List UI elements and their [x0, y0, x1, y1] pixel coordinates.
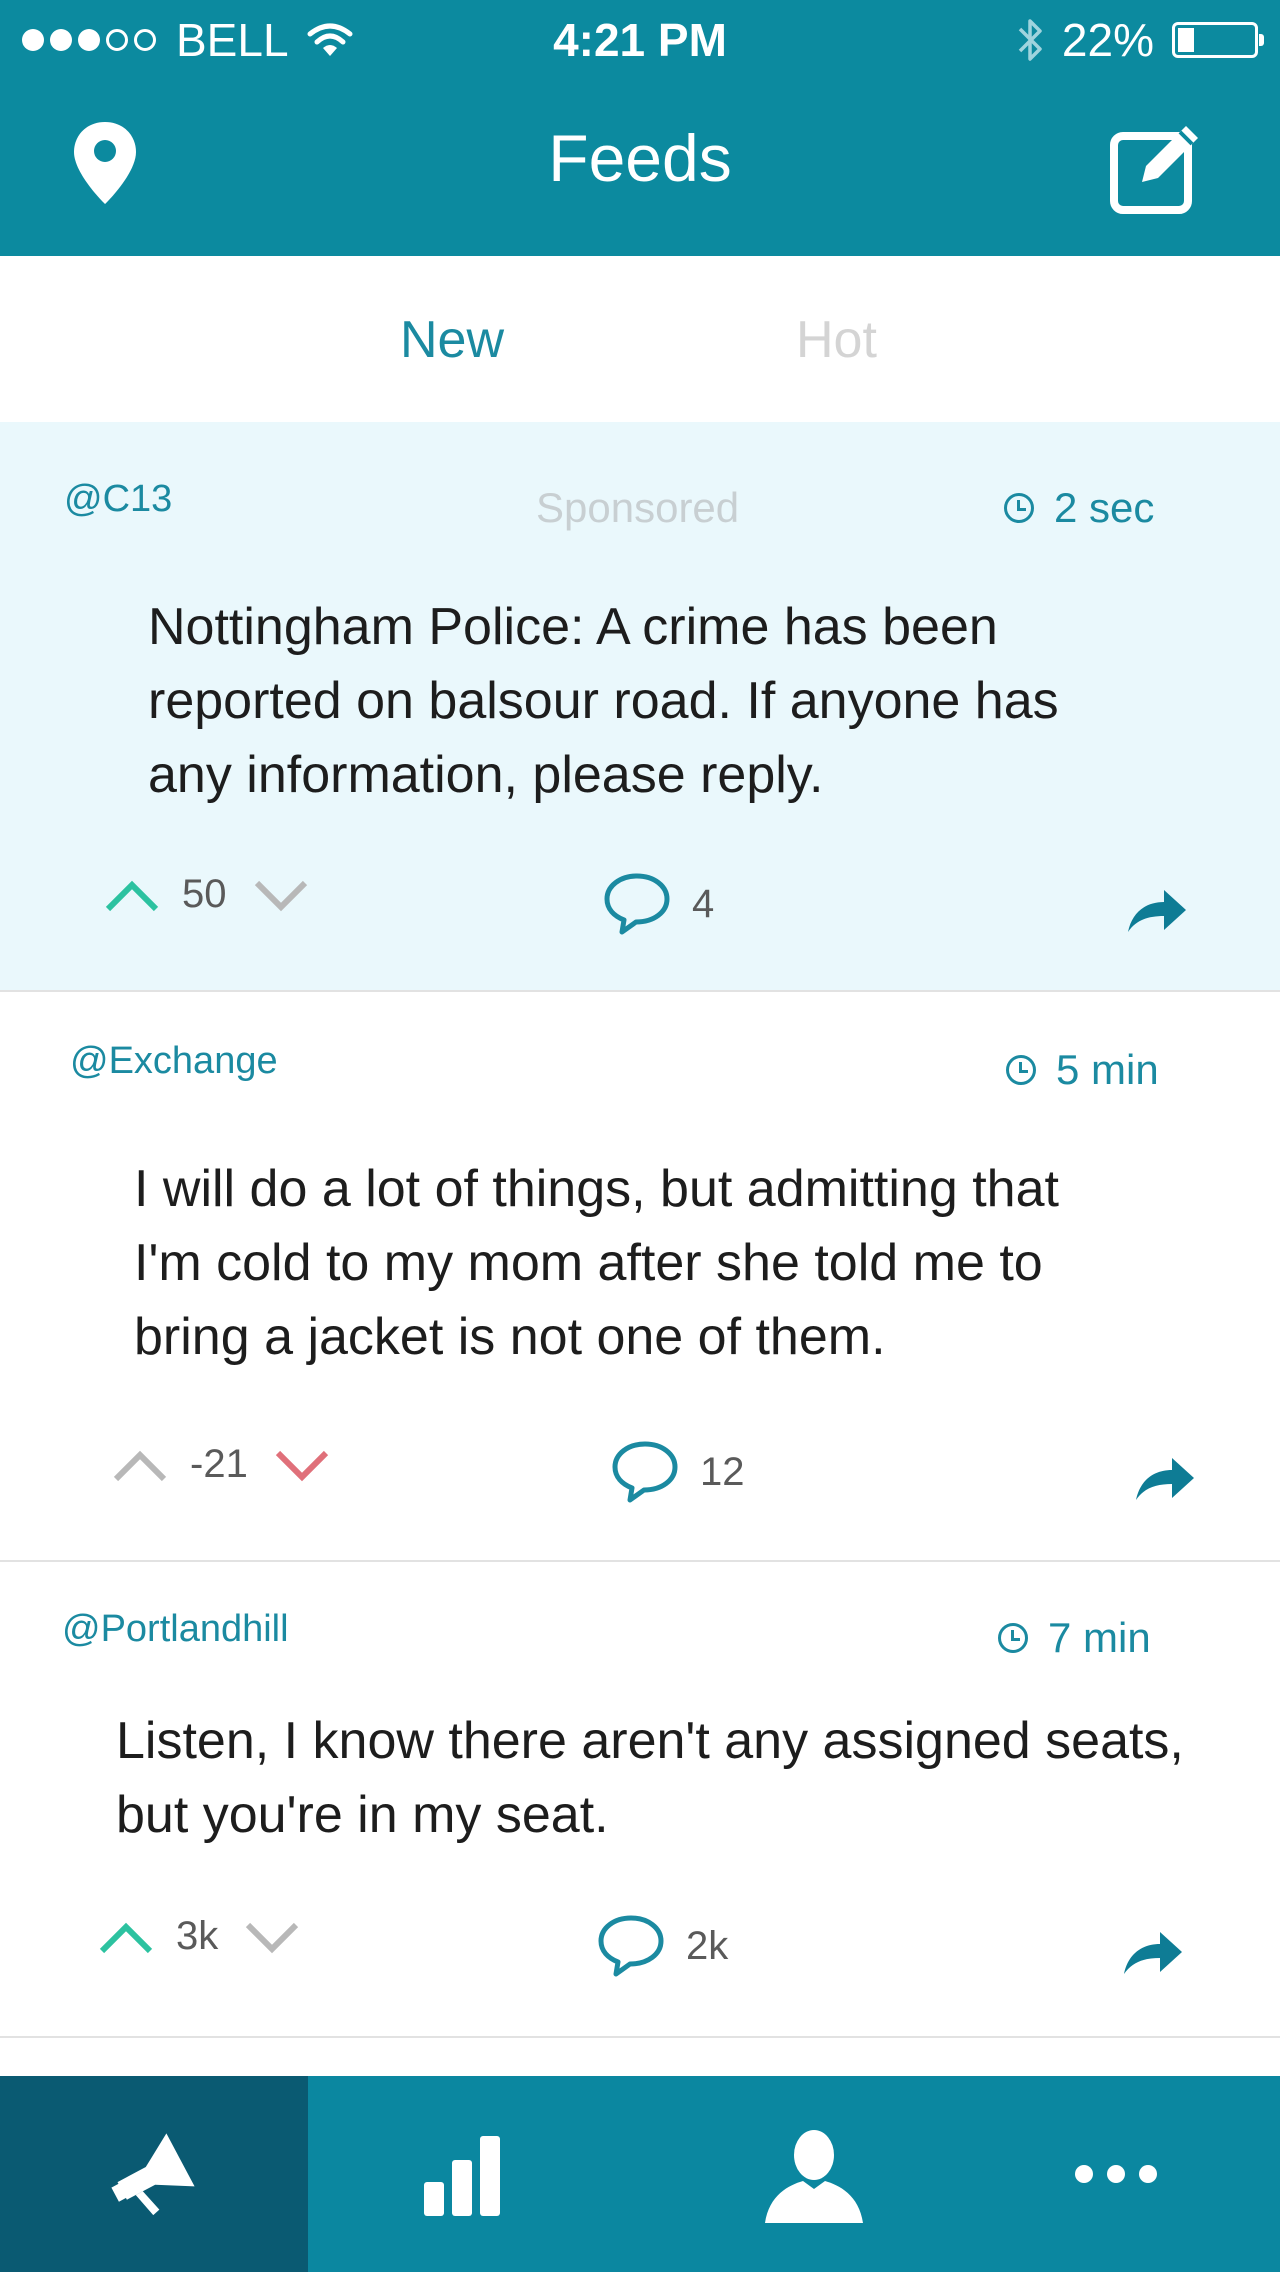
post-text-line: Listen, I know there aren't any assigned… — [116, 1712, 1184, 1770]
bluetooth-icon — [1018, 19, 1042, 61]
tab-profile[interactable] — [660, 2076, 968, 2272]
profile-icon — [765, 2130, 863, 2223]
post-handle[interactable]: @Portlandhill — [62, 1608, 289, 1651]
more-icon — [1075, 2165, 1157, 2183]
battery-percent: 22% — [1061, 14, 1154, 66]
vote-controls: 50 — [104, 872, 309, 917]
post-time-label: 2 sec — [1054, 484, 1155, 531]
comment-count: 12 — [700, 1449, 745, 1494]
comment-bubble-icon — [604, 873, 670, 935]
downvote-icon[interactable] — [274, 1447, 330, 1483]
post-text-line: bring a jacket is not one of them. — [134, 1308, 886, 1366]
upvote-icon[interactable] — [98, 1919, 154, 1955]
battery-icon — [1172, 22, 1264, 58]
feed-post-sponsored[interactable]: @C13 Sponsored 2 sec Nottingham Police: … — [0, 422, 1280, 992]
upvote-icon[interactable] — [104, 877, 160, 913]
post-text-line: I'm cold to my mom after she told me to — [134, 1234, 1043, 1292]
post-time: 7 min — [998, 1614, 1151, 1662]
upvote-icon[interactable] — [112, 1447, 168, 1483]
compose-icon — [1110, 126, 1198, 214]
share-arrow-icon — [1136, 1458, 1194, 1500]
app-header: BELL 4:21 PM 22% Feeds — [0, 0, 1280, 256]
share-button[interactable] — [1126, 886, 1188, 939]
downvote-icon[interactable] — [244, 1919, 300, 1955]
clock-icon — [998, 1623, 1028, 1653]
post-text: Nottingham Police: A crime has been repo… — [148, 590, 1059, 812]
battery-level — [1178, 28, 1194, 52]
sponsored-label: Sponsored — [536, 484, 740, 531]
post-text-line: any information, please reply. — [148, 746, 824, 804]
share-arrow-icon — [1128, 890, 1186, 932]
tab-stats[interactable] — [308, 2076, 616, 2272]
tab-feeds[interactable] — [0, 2076, 308, 2272]
compose-button[interactable] — [1108, 116, 1208, 216]
share-button[interactable] — [1122, 1928, 1184, 1981]
post-text-line: reported on balsour road. If anyone has — [148, 672, 1059, 730]
vote-controls: 3k — [98, 1914, 300, 1959]
feed-post[interactable]: @Exchange 5 min I will do a lot of thing… — [0, 992, 1280, 1562]
page-title: Feeds — [548, 121, 732, 195]
share-arrow-icon — [1124, 1932, 1182, 1974]
bar-chart-icon — [424, 2136, 500, 2216]
vote-count: -21 — [190, 1442, 248, 1486]
comments-button[interactable]: 12 — [610, 1440, 745, 1504]
status-bar-right: 22% — [1016, 12, 1264, 68]
post-text-line: Nottingham Police: A crime has been — [148, 598, 998, 656]
vote-count: 3k — [176, 1914, 219, 1958]
post-handle[interactable]: @Exchange — [70, 1040, 278, 1083]
post-handle[interactable]: @C13 — [64, 478, 172, 521]
tab-hot[interactable]: Hot — [796, 308, 877, 372]
megaphone-icon — [111, 2133, 195, 2216]
comments-button[interactable]: 2k — [596, 1914, 728, 1978]
comment-bubble-icon — [598, 1915, 664, 1977]
comment-count: 4 — [692, 881, 715, 926]
post-text: I will do a lot of things, but admitting… — [134, 1152, 1059, 1374]
clock-icon — [1004, 493, 1034, 523]
bottom-tab-bar — [0, 2076, 1280, 2272]
post-text-line: but you're in my seat. — [116, 1786, 609, 1844]
clock-icon — [1006, 1055, 1036, 1085]
vote-controls: -21 — [112, 1442, 330, 1487]
post-time: 2 sec — [1004, 484, 1154, 532]
vote-count: 50 — [182, 872, 227, 916]
post-text-line: I will do a lot of things, but admitting… — [134, 1160, 1059, 1218]
tab-more[interactable] — [962, 2076, 1270, 2272]
post-time: 5 min — [1006, 1046, 1159, 1094]
comment-count: 2k — [686, 1923, 729, 1968]
share-button[interactable] — [1134, 1454, 1196, 1507]
feed-tabs: New Hot — [0, 256, 1280, 424]
post-time-label: 5 min — [1056, 1046, 1159, 1093]
post-text: Listen, I know there aren't any assigned… — [116, 1704, 1184, 1852]
tab-new[interactable]: New — [400, 308, 504, 372]
downvote-icon[interactable] — [253, 877, 309, 913]
feed-post[interactable]: @Portlandhill 7 min Listen, I know there… — [0, 1562, 1280, 2038]
comment-bubble-icon — [612, 1441, 678, 1503]
comments-button[interactable]: 4 — [602, 872, 714, 936]
post-time-label: 7 min — [1048, 1614, 1151, 1661]
